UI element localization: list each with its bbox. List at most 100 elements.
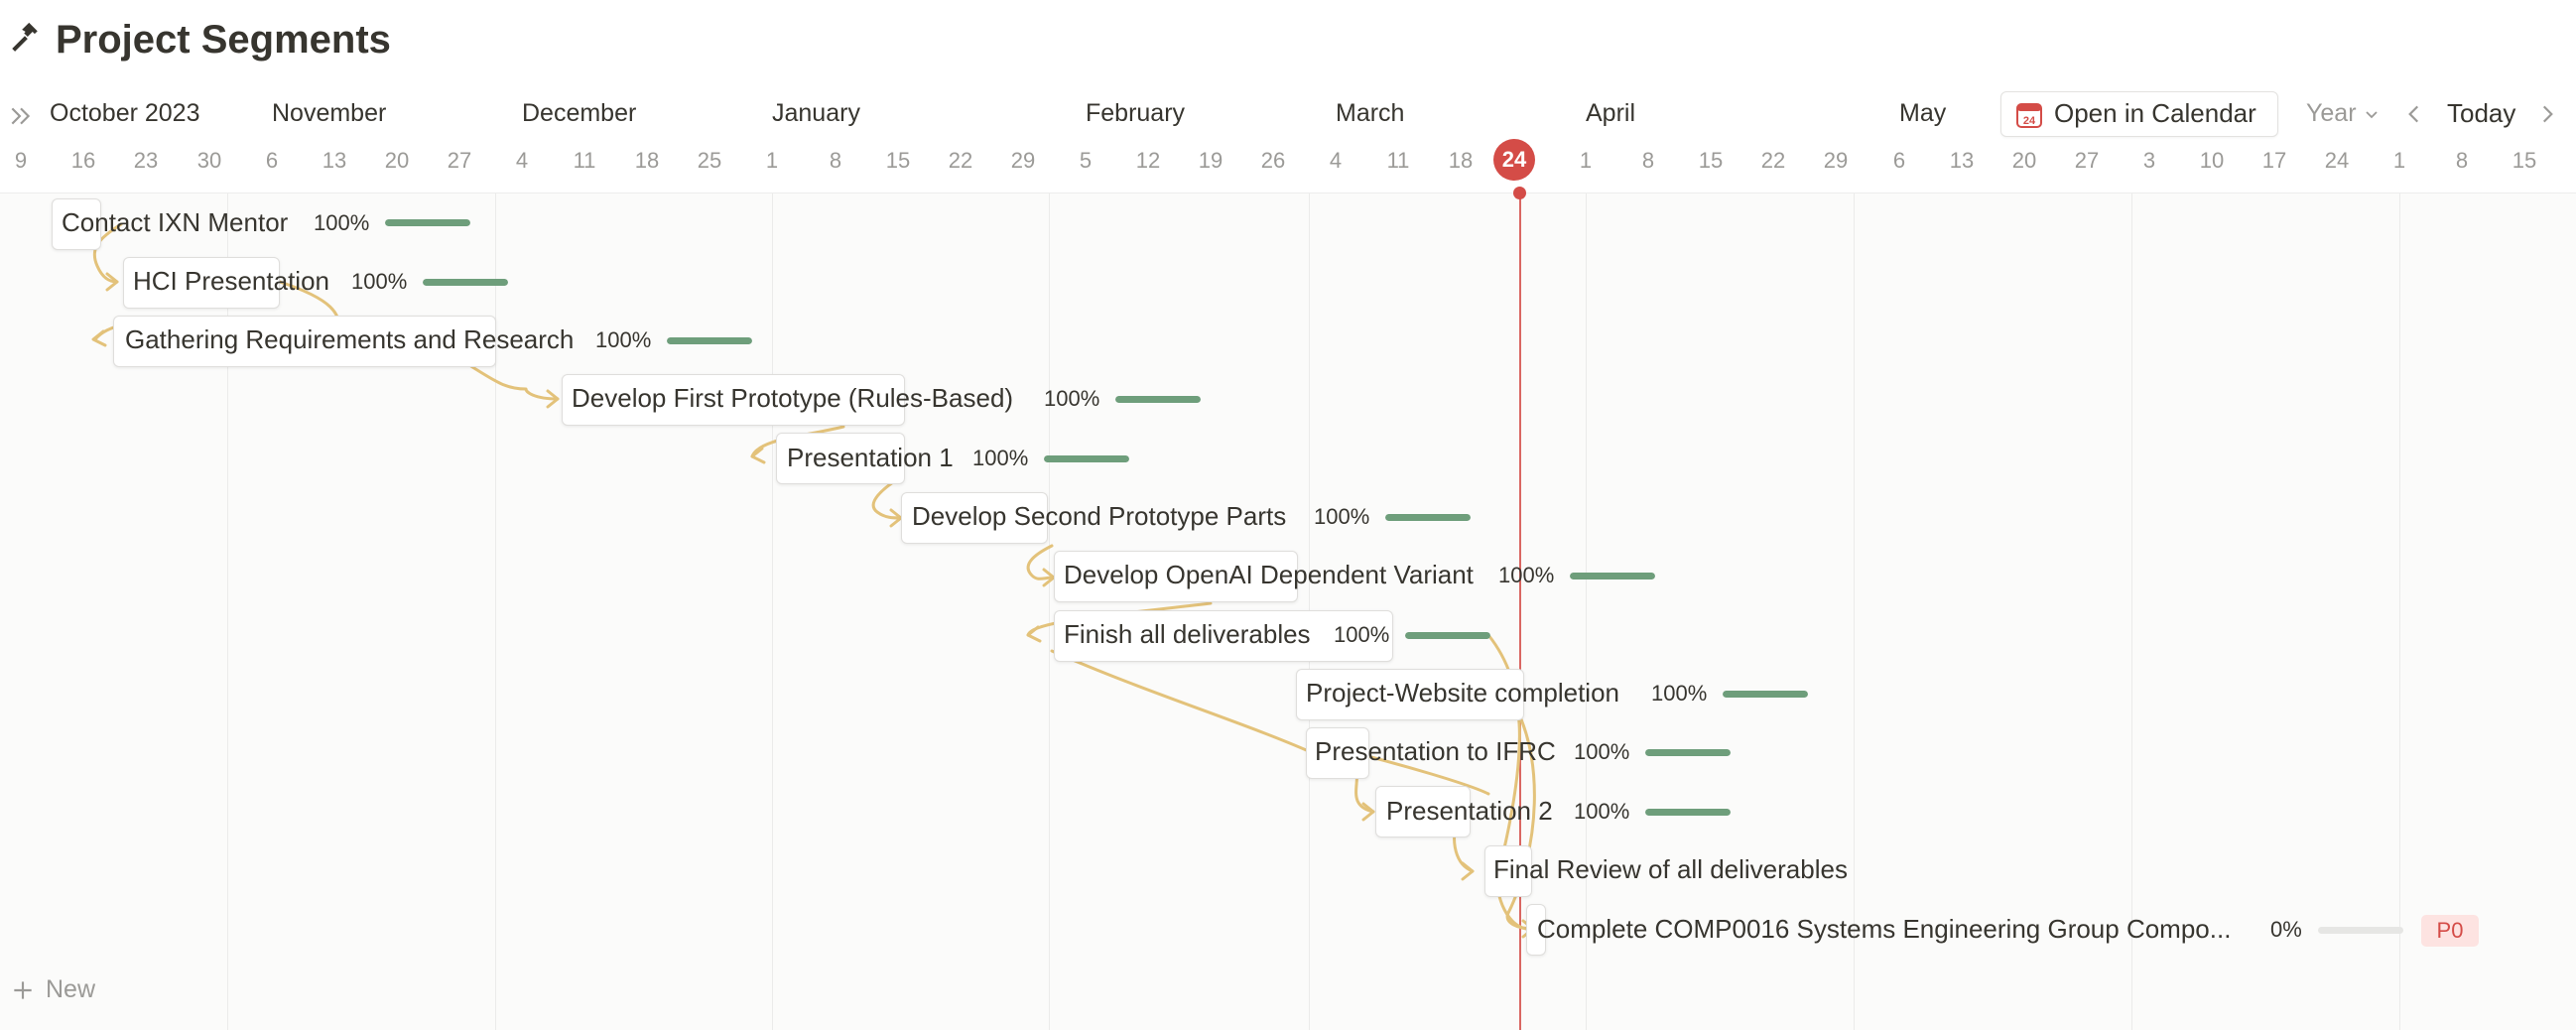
day-tick: 18	[1448, 148, 1474, 173]
task-progress-text: 100%	[1334, 622, 1390, 647]
open-in-calendar-label[interactable]: Open in Calendar	[2054, 96, 2256, 130]
task-progress-text: 100%	[972, 446, 1029, 470]
today-button[interactable]: Today	[2447, 96, 2515, 130]
day-tick: 20	[384, 148, 410, 173]
task-progress-text: 100%	[595, 327, 652, 352]
day-tick: 3	[2142, 148, 2156, 173]
task-progress-bar	[1405, 632, 1490, 639]
day-tick: 1	[2392, 148, 2406, 173]
task-progress-text: 100%	[351, 269, 408, 294]
day-tick: 15	[2512, 148, 2537, 173]
day-tick: 6	[1892, 148, 1906, 173]
today-line	[1519, 193, 1521, 1030]
month-divider	[772, 193, 773, 1030]
day-tick: 16	[70, 148, 96, 173]
month-label: November	[272, 99, 387, 127]
task-progress-text: 0%	[2270, 917, 2302, 942]
chevron-down-icon[interactable]	[2364, 107, 2380, 123]
task-name[interactable]: Gathering Requirements and Research	[125, 322, 574, 356]
task-name[interactable]: Final Review of all deliverables	[1493, 852, 1848, 886]
task-progress-bar	[1645, 749, 1731, 756]
task-name[interactable]: HCI Presentation	[133, 264, 329, 298]
task-name[interactable]: Develop First Prototype (Rules-Based)	[572, 381, 1013, 415]
task-progress-fill	[1645, 809, 1731, 816]
today-date-badge: 24	[1493, 139, 1535, 181]
task-progress-bar	[423, 279, 508, 286]
task-name[interactable]: Presentation 2	[1386, 794, 1553, 828]
task-progress-fill	[1115, 396, 1201, 403]
task-progress-fill	[423, 279, 508, 286]
task-progress-bar	[1645, 809, 1731, 816]
task-progress-fill	[1723, 691, 1808, 698]
new-item-button[interactable]: New	[46, 972, 95, 1006]
day-tick: 27	[447, 148, 472, 173]
day-tick: 27	[2074, 148, 2100, 173]
day-tick: 11	[573, 148, 596, 173]
day-tick: 8	[2455, 148, 2469, 173]
month-label: February	[1086, 99, 1186, 127]
month-divider	[1049, 193, 1050, 1030]
month-divider	[1586, 193, 1587, 1030]
page-title: Project Segments	[56, 18, 391, 62]
day-tick: 30	[196, 148, 222, 173]
day-tick: 1	[765, 148, 779, 173]
day-tick: 11	[1386, 148, 1410, 173]
day-tick: 4	[515, 148, 529, 173]
day-tick: 17	[2261, 148, 2287, 173]
task-progress-fill	[1044, 455, 1129, 462]
task-name[interactable]: Presentation to IFRC	[1315, 734, 1556, 768]
day-tick: 13	[322, 148, 347, 173]
task-progress-bar	[1115, 396, 1201, 403]
task-name[interactable]: Presentation 1	[787, 441, 954, 474]
day-tick: 22	[1760, 148, 1786, 173]
task-progress-fill	[1645, 749, 1731, 756]
month-label: May	[1899, 99, 1947, 127]
day-tick: 8	[829, 148, 842, 173]
task-progress-fill	[667, 337, 752, 344]
day-tick: 1	[1579, 148, 1593, 173]
day-tick: 6	[265, 148, 279, 173]
day-tick: 5	[1079, 148, 1093, 173]
priority-badge: P0	[2421, 915, 2479, 947]
task-progress-bar	[2318, 927, 2403, 934]
task-progress-text: 100%	[1651, 681, 1708, 706]
task-name[interactable]: Develop OpenAI Dependent Variant	[1064, 558, 1474, 591]
task-name[interactable]: Complete COMP0016 Systems Engineering Gr…	[1537, 912, 2231, 946]
day-tick: 22	[948, 148, 973, 173]
task-name[interactable]: Develop Second Prototype Parts	[912, 499, 1286, 533]
chevron-right-icon[interactable]	[2534, 101, 2560, 127]
day-tick: 19	[1198, 148, 1224, 173]
day-tick: 29	[1823, 148, 1849, 173]
month-label: April	[1586, 99, 1636, 127]
task-progress-text: 100%	[1498, 563, 1555, 587]
task-progress-bar	[1570, 573, 1655, 579]
month-label: December	[522, 99, 637, 127]
collapse-sidebar-icon[interactable]	[8, 103, 34, 129]
task-progress-text: 100%	[314, 210, 370, 235]
task-progress-fill	[1405, 632, 1490, 639]
task-progress-bar	[1044, 455, 1129, 462]
hammer-icon	[12, 22, 38, 52]
month-label: January	[772, 99, 860, 127]
day-tick: 18	[634, 148, 660, 173]
day-tick: 10	[2199, 148, 2225, 173]
plus-icon[interactable]	[10, 977, 36, 1003]
month-label: October 2023	[50, 99, 200, 127]
month-divider	[2131, 193, 2132, 1030]
month-divider	[2399, 193, 2400, 1030]
day-tick: 20	[2011, 148, 2037, 173]
task-name[interactable]: Contact IXN Mentor	[62, 205, 288, 239]
day-tick: 13	[1949, 148, 1975, 173]
task-name[interactable]: Project-Website completion	[1306, 676, 1619, 709]
day-tick: 26	[1260, 148, 1286, 173]
day-tick: 23	[133, 148, 159, 173]
task-progress-text: 100%	[1314, 504, 1370, 529]
task-progress-bar	[385, 219, 470, 226]
task-name[interactable]: Finish all deliverables	[1064, 617, 1311, 651]
task-progress-fill	[385, 219, 470, 226]
chevron-left-icon[interactable]	[2401, 101, 2427, 127]
day-tick: 29	[1010, 148, 1036, 173]
task-progress-text: 100%	[1044, 386, 1100, 411]
view-range-select[interactable]: Year	[2306, 96, 2357, 130]
task-progress-bar	[1723, 691, 1808, 698]
